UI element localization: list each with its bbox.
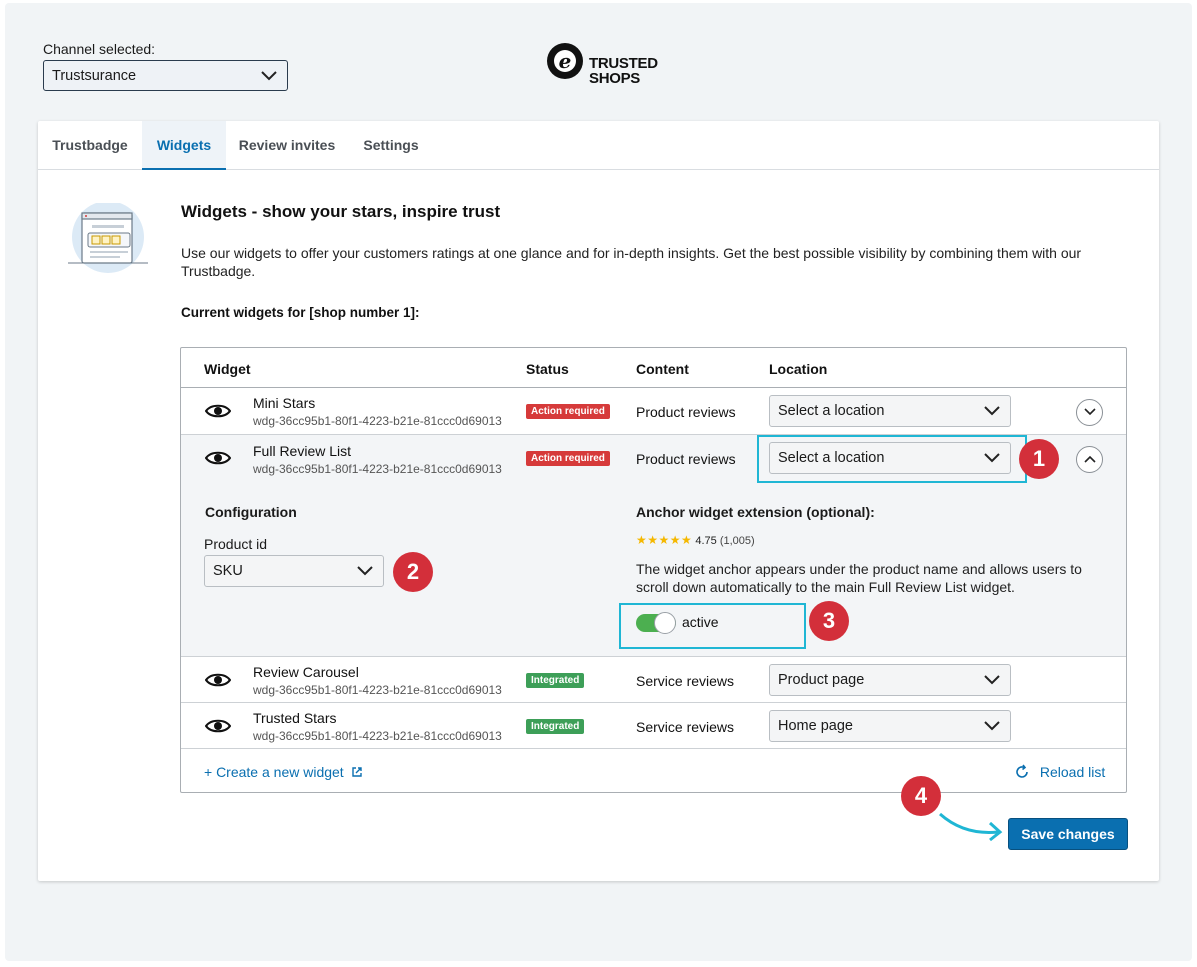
widget-content: Product reviews	[636, 451, 736, 467]
app-frame: Channel selected: Trustsurance e TRUSTED…	[5, 3, 1192, 961]
status-badge: Integrated	[526, 719, 585, 734]
tab-settings[interactable]: Settings	[348, 121, 434, 170]
widget-id: wdg-36cc95b1-80f1-4223-b21e-81ccc0d69013	[253, 683, 502, 697]
tab-trustbadge[interactable]: Trustbadge	[38, 121, 142, 170]
location-select-value: Home page	[778, 718, 853, 734]
widget-content: Product reviews	[636, 404, 736, 420]
reload-icon	[1016, 764, 1028, 778]
page-title: Widgets - show your stars, inspire trust	[181, 202, 501, 221]
widget-name: Review Carousel	[253, 664, 359, 680]
widget-name: Full Review List	[253, 443, 352, 459]
create-widget-label: + Create a new widget	[204, 764, 344, 780]
reload-list-link[interactable]: Reload list	[1014, 764, 1105, 780]
status-badge: Action required	[526, 404, 610, 419]
product-id-select[interactable]: SKU	[204, 555, 384, 587]
channel-select[interactable]: Trustsurance	[43, 60, 288, 91]
eye-icon[interactable]	[204, 403, 232, 419]
toggle-knob	[654, 612, 676, 634]
widgets-card: Trustbadge Widgets Review invites Settin…	[38, 121, 1159, 881]
chevron-down-icon	[984, 675, 1000, 685]
chevron-down-icon	[261, 70, 277, 81]
header-location: Location	[769, 361, 828, 377]
trusted-shops-e-icon: e	[547, 43, 583, 79]
page-description: Use our widgets to offer your customers …	[181, 245, 1082, 279]
widget-id: wdg-36cc95b1-80f1-4223-b21e-81ccc0d69013	[253, 462, 502, 476]
logo-text-shops: SHOPS	[589, 70, 641, 87]
status-badge: Integrated	[526, 673, 585, 688]
chevron-down-icon	[1084, 408, 1096, 416]
tab-review-invites[interactable]: Review invites	[226, 121, 348, 170]
location-select-value: Select a location	[778, 403, 885, 419]
channel-select-value: Trustsurance	[52, 67, 137, 84]
eye-icon[interactable]	[204, 672, 232, 688]
external-link-icon	[351, 767, 362, 777]
eye-icon[interactable]	[204, 718, 232, 734]
configuration-title: Configuration	[205, 504, 297, 520]
anchor-description: The widget anchor appears under the prod…	[636, 561, 1082, 595]
step-marker-4: 4	[901, 776, 941, 816]
logo-text-trusted: TRUSTED	[589, 55, 658, 72]
widget-name: Mini Stars	[253, 395, 316, 411]
table-row: Mini Stars wdg-36cc95b1-80f1-4223-b21e-8…	[181, 388, 1126, 434]
collapse-row-button[interactable]	[1076, 446, 1103, 473]
create-widget-link[interactable]: + Create a new widget	[204, 764, 363, 780]
tab-widgets[interactable]: Widgets	[142, 121, 226, 170]
rating-preview: ★★★★★ 4.75 (1,005)	[636, 533, 755, 547]
widgets-illustration	[68, 201, 158, 273]
toggle-label: active	[682, 614, 719, 630]
save-changes-button[interactable]: Save changes	[1008, 818, 1128, 850]
anchor-extension-title: Anchor widget extension (optional):	[636, 504, 875, 520]
widget-content: Service reviews	[636, 673, 735, 689]
location-select-value: Product page	[778, 672, 865, 688]
location-select[interactable]: Home page	[769, 710, 1011, 742]
anchor-toggle[interactable]	[636, 612, 676, 634]
rating-count: (1,005)	[719, 535, 755, 547]
header-widget: Widget	[204, 361, 251, 377]
chevron-down-icon	[357, 566, 373, 576]
widget-content: Service reviews	[636, 719, 735, 735]
product-id-label: Product id	[204, 536, 268, 552]
tab-bar: Trustbadge Widgets Review invites Settin…	[38, 121, 1159, 170]
current-widgets-label: Current widgets for [shop number 1]:	[181, 305, 420, 320]
svg-text:e: e	[559, 49, 572, 73]
location-select[interactable]: Select a location	[769, 395, 1011, 427]
channel-label: Channel selected:	[43, 41, 156, 57]
step-marker-1: 1	[1019, 439, 1059, 479]
eye-icon[interactable]	[204, 450, 232, 466]
expand-row-button[interactable]	[1076, 399, 1103, 426]
header-status: Status	[526, 361, 569, 377]
step-marker-3: 3	[809, 601, 849, 641]
trusted-shops-logo: e TRUSTED SHOPS	[545, 41, 665, 87]
rating-value: 4.75	[695, 535, 717, 547]
widgets-table: Widget Status Content Location Mini Star…	[180, 347, 1127, 793]
chevron-up-icon	[1084, 455, 1096, 463]
status-badge: Action required	[526, 451, 610, 466]
widget-id: wdg-36cc95b1-80f1-4223-b21e-81ccc0d69013	[253, 729, 502, 743]
product-id-select-value: SKU	[213, 563, 243, 579]
table-row-expanded: Full Review List wdg-36cc95b1-80f1-4223-…	[181, 434, 1126, 656]
header-content: Content	[636, 361, 689, 377]
widget-id: wdg-36cc95b1-80f1-4223-b21e-81ccc0d69013	[253, 414, 502, 428]
widget-name: Trusted Stars	[253, 710, 337, 726]
chevron-down-icon	[984, 406, 1000, 416]
highlight-box-location	[757, 435, 1027, 483]
step-marker-2: 2	[393, 552, 433, 592]
location-select[interactable]: Product page	[769, 664, 1011, 696]
table-row: Review Carousel wdg-36cc95b1-80f1-4223-b…	[181, 656, 1126, 702]
reload-list-label: Reload list	[1039, 764, 1106, 780]
arrow-icon	[939, 812, 1003, 842]
table-row: Trusted Stars wdg-36cc95b1-80f1-4223-b21…	[181, 702, 1126, 748]
star-rating-icon: ★★★★★	[636, 533, 693, 547]
chevron-down-icon	[984, 721, 1000, 731]
